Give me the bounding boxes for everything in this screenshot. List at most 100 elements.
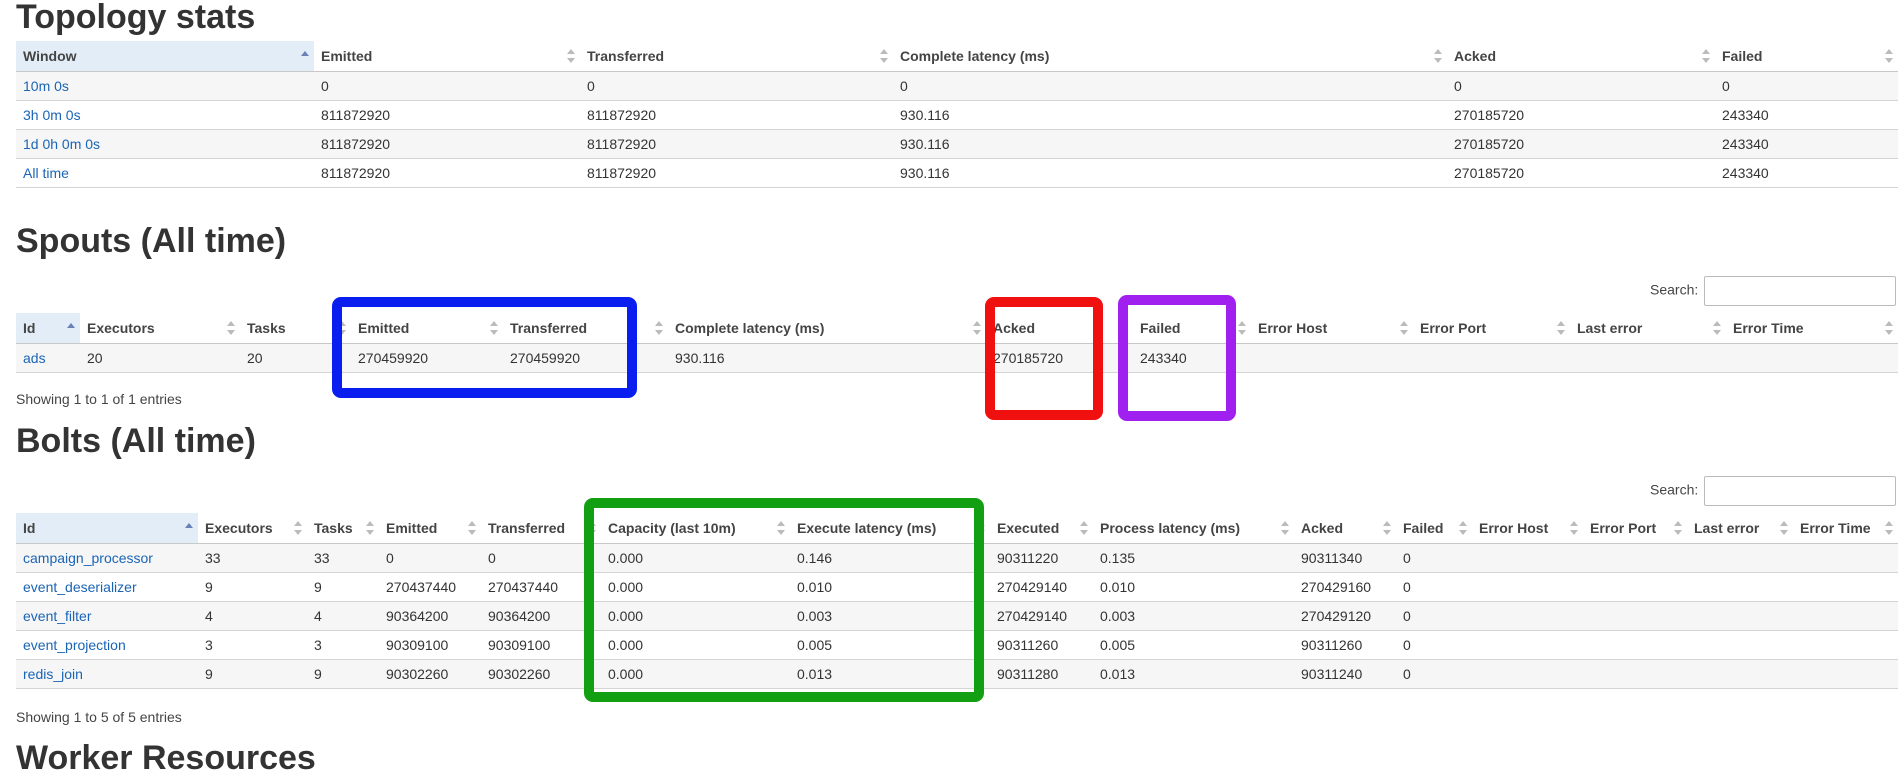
table-cell: 0: [314, 71, 580, 101]
sort-both-icon: [1080, 521, 1088, 535]
table-cell: 0.013: [1093, 659, 1294, 689]
topology-header-label: Emitted: [321, 48, 373, 64]
bolts-header-error-port[interactable]: Error Port: [1583, 513, 1687, 544]
spouts-search-input[interactable]: [1704, 276, 1897, 306]
spouts-header-label: Id: [23, 320, 36, 336]
topology-link-1d-0h-0m-0s[interactable]: 1d 0h 0m 0s: [23, 136, 100, 152]
spouts-header-error-port[interactable]: Error Port: [1413, 313, 1570, 344]
sort-both-icon: [1434, 49, 1442, 63]
table-cell: 90364200: [481, 601, 601, 631]
table-cell: 270429140: [990, 601, 1093, 631]
table-cell: 270429120: [1294, 601, 1396, 631]
spouts-header-error-host[interactable]: Error Host: [1251, 313, 1413, 344]
spouts-header-acked[interactable]: Acked: [986, 313, 1133, 344]
spouts-header-label: Transferred: [510, 320, 588, 336]
spouts-header-failed[interactable]: Failed: [1133, 313, 1251, 344]
bolts-header-executors[interactable]: Executors: [198, 513, 307, 544]
table-cell: 33: [307, 543, 379, 573]
table-cell: 270437440: [481, 572, 601, 602]
topology-header-label: Failed: [1722, 48, 1763, 64]
bolts-header-failed[interactable]: Failed: [1396, 513, 1472, 544]
table-cell: 930.116: [668, 343, 986, 373]
table-cell: 930.116: [893, 100, 1447, 130]
bolts-header-executed[interactable]: Executed: [990, 513, 1093, 544]
bolts-header-acked[interactable]: Acked: [1294, 513, 1396, 544]
bolts-header-tasks[interactable]: Tasks: [307, 513, 379, 544]
sort-both-icon: [655, 321, 663, 335]
table-row: ads 20 20 270459920 270459920 930.116 27018572…: [16, 343, 1898, 373]
topology-link-10m-0s[interactable]: 10m 0s: [23, 78, 69, 94]
bolts-header-id[interactable]: Id: [16, 513, 198, 544]
table-cell: [1687, 601, 1793, 631]
topology-header-window[interactable]: Window: [16, 41, 314, 72]
table-cell: [1472, 630, 1583, 660]
table-row: event_filter 4 4 90364200 90364200 0.000 0.003…: [16, 601, 1898, 631]
bolts-search: Search:: [1650, 476, 1897, 506]
table-cell: [1583, 543, 1687, 573]
table-cell: ads: [16, 343, 80, 373]
bolts-header-error-time[interactable]: Error Time: [1793, 513, 1898, 544]
bolts-header-label: Error Port: [1590, 520, 1657, 536]
table-cell: 243340: [1715, 129, 1898, 159]
bolts-link-event-filter[interactable]: event_filter: [23, 608, 91, 624]
spouts-header-emitted[interactable]: Emitted: [351, 313, 503, 344]
spouts-link-ads[interactable]: ads: [23, 350, 46, 366]
bolts-header-error-host[interactable]: Error Host: [1472, 513, 1583, 544]
bolts-header-execute-latency-ms[interactable]: Execute latency (ms): [790, 513, 990, 544]
table-cell: 270429160: [1294, 572, 1396, 602]
spouts-header-id[interactable]: Id: [16, 313, 80, 344]
spouts-header-error-time[interactable]: Error Time: [1726, 313, 1898, 344]
spouts-header-tasks[interactable]: Tasks: [240, 313, 351, 344]
spouts-header-transferred[interactable]: Transferred: [503, 313, 668, 344]
bolts-header-process-latency-ms[interactable]: Process latency (ms): [1093, 513, 1294, 544]
table-cell: 0.003: [790, 601, 990, 631]
table-cell: 930.116: [893, 158, 1447, 188]
sort-asc-icon: [67, 321, 75, 335]
bolts-header-transferred[interactable]: Transferred: [481, 513, 601, 544]
sort-both-icon: [1557, 321, 1565, 335]
bolts-link-event-deserializer[interactable]: event_deserializer: [23, 579, 137, 595]
bolts-link-redis-join[interactable]: redis_join: [23, 666, 83, 682]
topology-link-3h-0m-0s[interactable]: 3h 0m 0s: [23, 107, 81, 123]
bolts-header-capacity-last-10m[interactable]: Capacity (last 10m): [601, 513, 790, 544]
table-row: redis_join 9 9 90302260 90302260 0.000 0.013 90…: [16, 659, 1898, 689]
spouts-header-complete-latency-ms[interactable]: Complete latency (ms): [668, 313, 986, 344]
spouts-header-label: Error Host: [1258, 320, 1328, 336]
topology-header-emitted[interactable]: Emitted: [314, 41, 580, 72]
bolts-search-input[interactable]: [1704, 476, 1897, 506]
table-cell: [1472, 601, 1583, 631]
bolts-link-campaign-processor[interactable]: campaign_processor: [23, 550, 153, 566]
sort-both-icon: [1885, 321, 1893, 335]
sort-both-icon: [1702, 49, 1710, 63]
sort-both-icon: [366, 521, 374, 535]
table-cell: event_projection: [16, 630, 198, 660]
table-row: All time 811872920 811872920 930.116 2701857…: [16, 158, 1898, 188]
sort-asc-icon: [185, 521, 193, 535]
bolts-header-last-error[interactable]: Last error: [1687, 513, 1793, 544]
bolts-link-event-projection[interactable]: event_projection: [23, 637, 126, 653]
topology-header-complete-latency-ms[interactable]: Complete latency (ms): [893, 41, 1447, 72]
bolts-header-emitted[interactable]: Emitted: [379, 513, 481, 544]
topology-header-acked[interactable]: Acked: [1447, 41, 1715, 72]
sort-both-icon: [977, 521, 985, 535]
table-cell: 0.000: [601, 572, 790, 602]
spouts-search: Search:: [1650, 276, 1897, 306]
spouts-title: Spouts (All time): [16, 222, 287, 260]
spouts-search-label: Search:: [1650, 281, 1699, 298]
spouts-header-last-error[interactable]: Last error: [1570, 313, 1726, 344]
topology-link-all-time[interactable]: All time: [23, 165, 69, 181]
table-cell: 3h 0m 0s: [16, 100, 314, 130]
table-cell: [1793, 601, 1898, 631]
topology-header-transferred[interactable]: Transferred: [580, 41, 893, 72]
table-cell: 90364200: [379, 601, 481, 631]
table-cell: 811872920: [314, 129, 580, 159]
table-cell: 90311220: [990, 543, 1093, 573]
table-cell: 4: [307, 601, 379, 631]
sort-both-icon: [1400, 321, 1408, 335]
spouts-header-label: Tasks: [247, 320, 286, 336]
table-cell: 0.003: [1093, 601, 1294, 631]
topology-header-failed[interactable]: Failed: [1715, 41, 1898, 72]
table-cell: 90302260: [379, 659, 481, 689]
table-cell: [1726, 343, 1898, 373]
spouts-header-executors[interactable]: Executors: [80, 313, 240, 344]
